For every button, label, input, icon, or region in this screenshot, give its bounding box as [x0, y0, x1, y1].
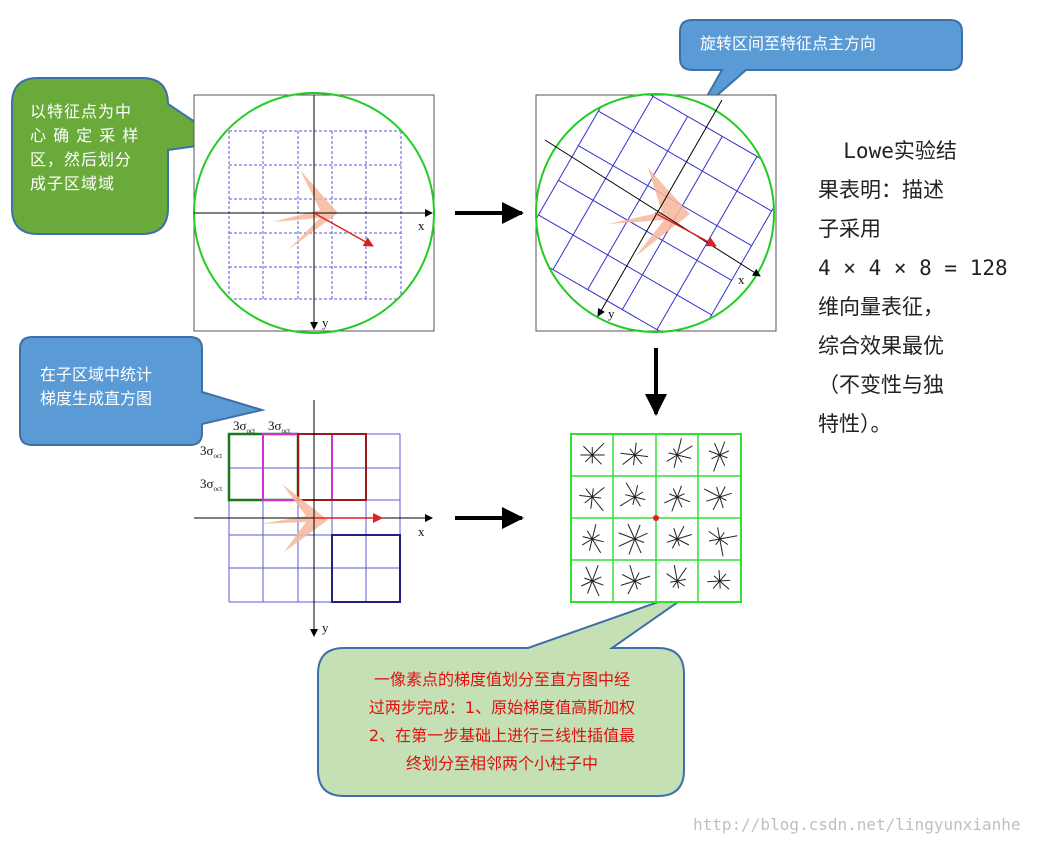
panel2-y-axis-label: y	[608, 306, 615, 321]
callout-histogram-text: 在子区域中统计 梯度生成直方图	[40, 365, 153, 408]
panel3-x-axis-label: x	[418, 524, 425, 539]
summary-text: Lowe实验结 果表明：描述 子采用 4 × 4 × 8 = 128 维向量表征…	[818, 139, 1008, 436]
watermark: http://blog.csdn.net/lingyunxianhe	[693, 815, 1021, 834]
panel2-x-axis-label: x	[738, 272, 745, 287]
histogram-bin-line	[719, 579, 731, 582]
sigma-label-top-2: 3σoct	[268, 418, 290, 435]
panel-rotated-region: x y	[535, 93, 777, 333]
panel1-y-axis-label: y	[322, 315, 329, 330]
sigma-label-left-2: 3σoct	[200, 476, 222, 493]
panel-sampling-region: x y	[193, 92, 435, 334]
callout-sample-region-text: 以特征点为中 心 确 定 采 样 区，然后划分 成子区域域	[30, 102, 140, 193]
sigma-label-top-1: 3σoct	[233, 418, 255, 435]
panel-subregion-grid: x y 3σoct 3σoct 3σoct 3σoct	[194, 400, 433, 637]
panel1-x-axis-label: x	[418, 218, 425, 233]
callout-pixel-assign-text: 一像素点的梯度值划分至直方图中经 过两步完成：1、原始梯度值高斯加权 2、在第一…	[368, 670, 636, 773]
panel3-y-axis-label: y	[322, 620, 329, 635]
panel-descriptor-histograms	[570, 433, 742, 603]
sigma-label-left-1: 3σoct	[200, 443, 222, 460]
callout-rotate-text: 旋转区间至特征点主方向	[700, 34, 877, 53]
